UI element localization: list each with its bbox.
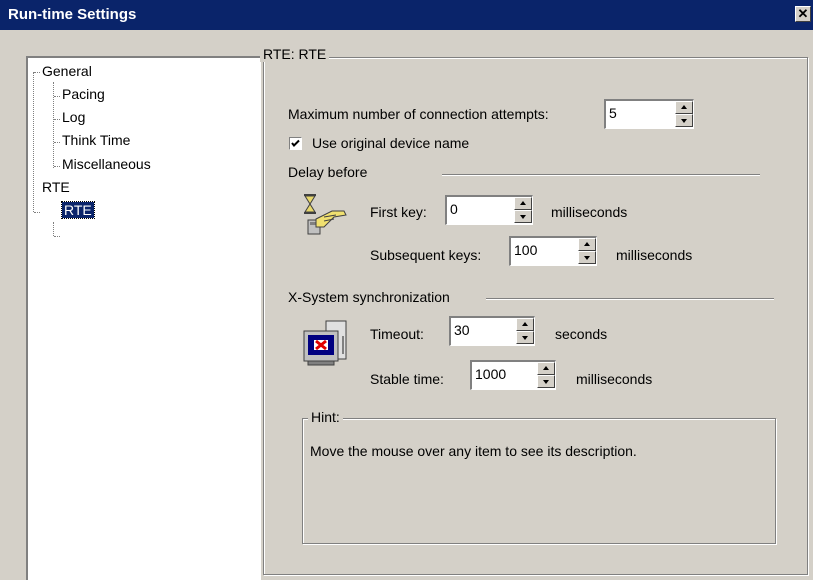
tree-item-pacing[interactable]: Pacing bbox=[62, 86, 105, 102]
timeout-unit: seconds bbox=[555, 326, 608, 342]
spin-down-button[interactable] bbox=[537, 375, 555, 388]
close-button[interactable]: ✕ bbox=[795, 6, 811, 22]
use-original-device-checkbox[interactable] bbox=[289, 137, 302, 150]
arrow-up-icon bbox=[543, 366, 549, 370]
subsequent-keys-label: Subsequent keys: bbox=[370, 247, 482, 263]
x-system-sync-title: X-System synchronization bbox=[288, 289, 450, 305]
spin-up-button[interactable] bbox=[537, 362, 555, 375]
tree-item-label: Miscellaneous bbox=[62, 156, 151, 172]
first-key-unit: milliseconds bbox=[551, 204, 628, 220]
arrow-down-icon bbox=[681, 119, 687, 123]
use-original-device-label: Use original device name bbox=[312, 135, 470, 151]
first-key-spinner[interactable]: 0 bbox=[445, 195, 533, 225]
tree-connector bbox=[54, 96, 60, 97]
spin-up-button[interactable] bbox=[514, 197, 532, 210]
tree-connector bbox=[33, 72, 34, 212]
subsequent-keys-unit: milliseconds bbox=[616, 247, 693, 263]
tree-item-label: Think Time bbox=[62, 132, 131, 148]
spin-up-button[interactable] bbox=[516, 318, 534, 331]
tree-item-general[interactable]: General bbox=[42, 63, 92, 79]
tree-item-miscellaneous[interactable]: Miscellaneous bbox=[62, 156, 151, 172]
arrow-up-icon bbox=[520, 201, 526, 205]
tree-item-label: Pacing bbox=[62, 86, 105, 102]
tree-connector bbox=[54, 236, 60, 237]
tree-connector bbox=[34, 212, 40, 213]
hint-text: Move the mouse over any item to see its … bbox=[310, 443, 637, 459]
arrow-up-icon bbox=[584, 242, 590, 246]
max-connection-label: Maximum number of connection attempts: bbox=[288, 106, 549, 122]
delay-before-title: Delay before bbox=[288, 164, 368, 180]
timeout-spinner[interactable]: 30 bbox=[449, 316, 535, 346]
subsequent-keys-spinner[interactable]: 100 bbox=[509, 236, 597, 266]
delay-divider bbox=[442, 174, 760, 176]
arrow-down-icon bbox=[543, 380, 549, 384]
tree-item-label: General bbox=[42, 63, 92, 79]
stable-time-label: Stable time: bbox=[370, 371, 444, 387]
first-key-label: First key: bbox=[370, 204, 427, 220]
hint-title: Hint: bbox=[308, 409, 343, 425]
spin-down-button[interactable] bbox=[516, 331, 534, 344]
spin-down-button[interactable] bbox=[578, 251, 596, 264]
arrow-down-icon bbox=[584, 256, 590, 260]
first-key-value: 0 bbox=[450, 201, 458, 217]
arrow-down-icon bbox=[522, 336, 528, 340]
dialog-client: General Pacing Log Think Time Miscellane… bbox=[0, 30, 813, 580]
close-icon: ✕ bbox=[797, 6, 809, 21]
tree-item-label: RTE bbox=[42, 179, 70, 195]
tree-item-rte[interactable]: RTE bbox=[42, 179, 70, 195]
arrow-down-icon bbox=[520, 215, 526, 219]
stable-time-value: 1000 bbox=[475, 366, 507, 382]
spin-down-button[interactable] bbox=[514, 210, 532, 223]
subsequent-keys-value: 100 bbox=[514, 242, 538, 258]
tree-connector bbox=[54, 142, 60, 143]
hourglass-hand-icon bbox=[302, 193, 350, 243]
tree-item-think-time[interactable]: Think Time bbox=[62, 132, 130, 148]
timeout-value: 30 bbox=[454, 322, 470, 338]
spin-up-button[interactable] bbox=[578, 238, 596, 251]
max-connection-value: 5 bbox=[609, 105, 617, 121]
arrow-up-icon bbox=[681, 105, 687, 109]
tree-connector bbox=[53, 222, 54, 236]
tree-item-log[interactable]: Log bbox=[62, 109, 85, 125]
stable-time-unit: milliseconds bbox=[576, 371, 653, 387]
hint-group bbox=[302, 418, 776, 544]
x-system-divider bbox=[486, 298, 774, 300]
settings-tree[interactable]: General Pacing Log Think Time Miscellane… bbox=[26, 56, 261, 580]
checkmark-icon bbox=[291, 139, 300, 147]
monitor-x-icon bbox=[302, 318, 352, 368]
tree-item-label: Log bbox=[62, 109, 86, 125]
tree-connector bbox=[54, 166, 60, 167]
tree-connector bbox=[54, 119, 60, 120]
spin-down-button[interactable] bbox=[675, 114, 693, 127]
window-title: Run-time Settings bbox=[8, 6, 137, 23]
tree-connector bbox=[53, 82, 54, 168]
max-connection-spinner[interactable]: 5 bbox=[604, 99, 694, 129]
tree-item-label: RTE bbox=[61, 201, 95, 219]
stable-time-spinner[interactable]: 1000 bbox=[470, 360, 556, 390]
spin-up-button[interactable] bbox=[675, 101, 693, 114]
title-bar: Run-time Settings ✕ bbox=[0, 0, 813, 30]
arrow-up-icon bbox=[522, 322, 528, 326]
tree-connector bbox=[34, 72, 40, 73]
rte-group-title: RTE: RTE bbox=[260, 46, 330, 62]
timeout-label: Timeout: bbox=[370, 326, 424, 342]
tree-item-rte-rte[interactable]: RTE bbox=[61, 201, 95, 219]
